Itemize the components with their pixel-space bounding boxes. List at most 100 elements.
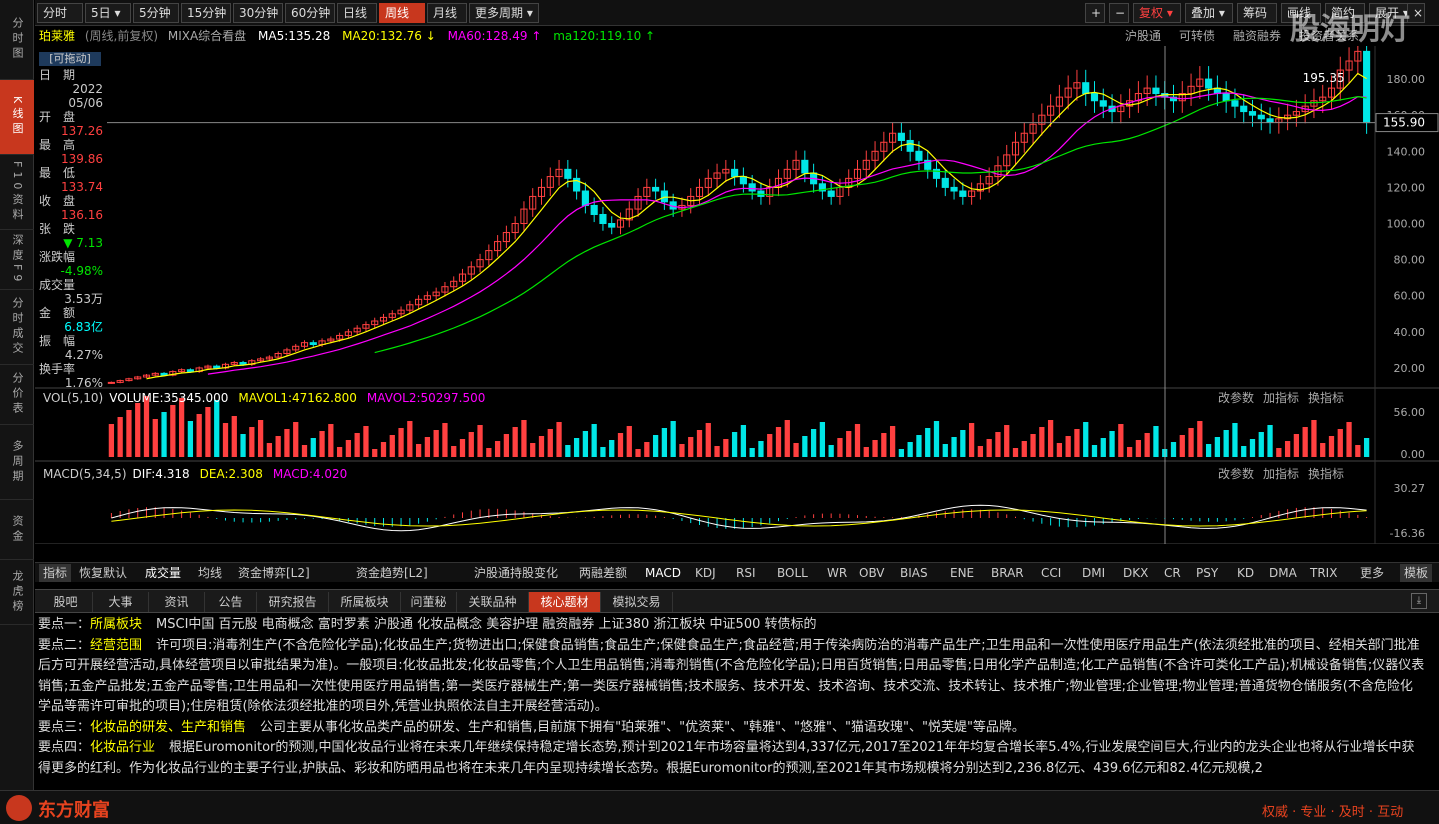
- volume-bar: [328, 424, 334, 457]
- tool-button-0[interactable]: +: [1085, 3, 1105, 23]
- indicator-tab-17[interactable]: CCI: [1041, 564, 1061, 582]
- indicator-tab-18[interactable]: DMI: [1082, 564, 1105, 582]
- candle-body: [959, 190, 967, 197]
- info-tab-5[interactable]: 所属板块: [329, 592, 401, 612]
- indicator-tab-13[interactable]: OBV: [859, 564, 885, 582]
- info-tab-6[interactable]: 问董秘: [401, 592, 457, 612]
- indicator-tab-19[interactable]: DKX: [1123, 564, 1148, 582]
- tool-button-3[interactable]: 叠加 ▾: [1185, 3, 1233, 23]
- dif-line: [111, 504, 1367, 532]
- indicator-tab-21[interactable]: PSY: [1196, 564, 1218, 582]
- mixa-label[interactable]: MIXA综合看盘: [168, 29, 246, 43]
- indicator-tab-26[interactable]: 模板: [1400, 564, 1433, 582]
- period-button-5[interactable]: 60分钟: [285, 3, 335, 23]
- indicator-tab-8[interactable]: MACD: [645, 564, 681, 582]
- candle-body: [739, 176, 747, 185]
- indicator-tab-25[interactable]: 更多: [1360, 564, 1384, 582]
- nav-item-3[interactable]: 深度F9: [0, 230, 34, 290]
- nav-item-1[interactable]: K线图: [0, 80, 34, 155]
- logo-icon: [6, 795, 32, 821]
- period-button-6[interactable]: 日线: [337, 3, 377, 23]
- candle-body: [748, 183, 756, 192]
- info-tab-3[interactable]: 公告: [205, 592, 257, 612]
- subpanel-link-0-2[interactable]: 换指标: [1308, 390, 1344, 405]
- subpanel-link-1-0[interactable]: 改参数: [1218, 466, 1254, 481]
- period-button-1[interactable]: 5日 ▾: [85, 3, 131, 23]
- indicator-tab-3[interactable]: 均线: [198, 564, 222, 582]
- info-tab-4[interactable]: 研究报告: [257, 592, 329, 612]
- volume-bar: [626, 426, 632, 457]
- volume-bar: [1012, 448, 1019, 457]
- macd-tick: 30.27: [1394, 482, 1426, 495]
- info-tabs: 股吧 大事 资讯 公告 研究报告 所属板块 问董秘 关联品种 核心题材 模拟交易 ⤓: [35, 589, 1439, 613]
- volume-bar: [389, 435, 395, 457]
- subpanel-link-0-0[interactable]: 改参数: [1218, 390, 1254, 405]
- volume-bar: [345, 440, 352, 457]
- ma20-line: [146, 72, 1367, 380]
- subpanel-link-0-1[interactable]: 加指标: [1263, 390, 1299, 405]
- info-link-1[interactable]: 可转债: [1179, 29, 1215, 43]
- volume-bar: [591, 424, 597, 457]
- subpanel-link-1-1[interactable]: 加指标: [1263, 466, 1299, 481]
- indicator-tab-23[interactable]: DMA: [1269, 564, 1297, 582]
- nav-item-7[interactable]: 资金: [0, 500, 34, 560]
- indicator-tab-11[interactable]: BOLL: [777, 564, 808, 582]
- info-link-2[interactable]: 融资融券: [1233, 29, 1281, 43]
- period-button-4[interactable]: 30分钟: [233, 3, 283, 23]
- period-button-0[interactable]: 分时: [37, 3, 83, 23]
- period-button-8[interactable]: 月线: [427, 3, 467, 23]
- candle-body: [1205, 78, 1213, 89]
- indicator-tab-16[interactable]: BRAR: [991, 564, 1024, 582]
- volume-bar: [881, 433, 887, 457]
- nav-item-4[interactable]: 分时成交: [0, 290, 34, 365]
- stock-name: 珀莱雅: [39, 29, 76, 43]
- indicator-tab-12[interactable]: WR: [827, 564, 847, 582]
- info-tab-1[interactable]: 大事: [93, 592, 149, 612]
- indicator-tab-24[interactable]: TRIX: [1310, 564, 1337, 582]
- macd-title: MACD(5,34,5) DIF:4.318 DEA:2.308 MACD:4.020: [43, 467, 347, 481]
- indicator-tab-7[interactable]: 两融差额: [579, 564, 627, 582]
- info-tab-2[interactable]: 资讯: [149, 592, 205, 612]
- indicator-tab-15[interactable]: ENE: [950, 564, 974, 582]
- volume-bar: [740, 425, 747, 457]
- indicator-tab-9[interactable]: KDJ: [695, 564, 716, 582]
- subpanel-link-1-2[interactable]: 换指标: [1308, 466, 1344, 481]
- info-tab-0[interactable]: 股吧: [39, 592, 93, 612]
- period-button-2[interactable]: 5分钟: [133, 3, 179, 23]
- period-button-3[interactable]: 15分钟: [181, 3, 231, 23]
- tool-button-2[interactable]: 复权 ▾: [1133, 3, 1181, 23]
- nav-item-6[interactable]: 多周期: [0, 425, 34, 500]
- indicator-tab-4[interactable]: 资金博弈[L2]: [238, 564, 310, 582]
- period-button-7[interactable]: 周线: [379, 3, 425, 23]
- info-tab-8[interactable]: 核心题材: [529, 592, 601, 612]
- indicator-tab-2[interactable]: 成交量: [145, 564, 181, 582]
- nav-item-5[interactable]: 分价表: [0, 365, 34, 425]
- indicator-tab-5[interactable]: 资金趋势[L2]: [356, 564, 428, 582]
- candle-body: [1099, 100, 1107, 107]
- indicator-tab-0[interactable]: 指标: [39, 564, 72, 582]
- tool-button-1[interactable]: −: [1109, 3, 1129, 23]
- tool-button-4[interactable]: 筹码: [1237, 3, 1277, 23]
- nav-item-0[interactable]: 分时图: [0, 0, 34, 80]
- candle-body: [1266, 118, 1274, 123]
- kline-chart[interactable]: 20.0040.0060.0080.00100.00120.00140.0016…: [35, 46, 1439, 544]
- candle-body: [731, 168, 739, 178]
- indicator-tab-14[interactable]: BIAS: [900, 564, 928, 582]
- volume-bar: [521, 420, 527, 457]
- indicator-tab-22[interactable]: KD: [1237, 564, 1254, 582]
- indicator-tab-1[interactable]: 恢复默认: [79, 564, 127, 582]
- nav-item-8[interactable]: 龙虎榜: [0, 560, 34, 625]
- volume-bar: [600, 447, 606, 457]
- volume-bar: [951, 437, 957, 457]
- indicator-tab-6[interactable]: 沪股通持股变化: [474, 564, 558, 582]
- info-tab-7[interactable]: 关联品种: [457, 592, 529, 612]
- volume-bar: [1109, 431, 1115, 457]
- volume-bar: [1065, 436, 1071, 457]
- info-link-0[interactable]: 沪股通: [1125, 29, 1161, 43]
- info-tab-9[interactable]: 模拟交易: [601, 592, 673, 612]
- download-icon[interactable]: ⤓: [1411, 593, 1427, 609]
- nav-item-2[interactable]: F10资料: [0, 155, 34, 230]
- period-button-9[interactable]: 更多周期 ▾: [469, 3, 539, 23]
- indicator-tab-10[interactable]: RSI: [736, 564, 756, 582]
- indicator-tab-20[interactable]: CR: [1164, 564, 1181, 582]
